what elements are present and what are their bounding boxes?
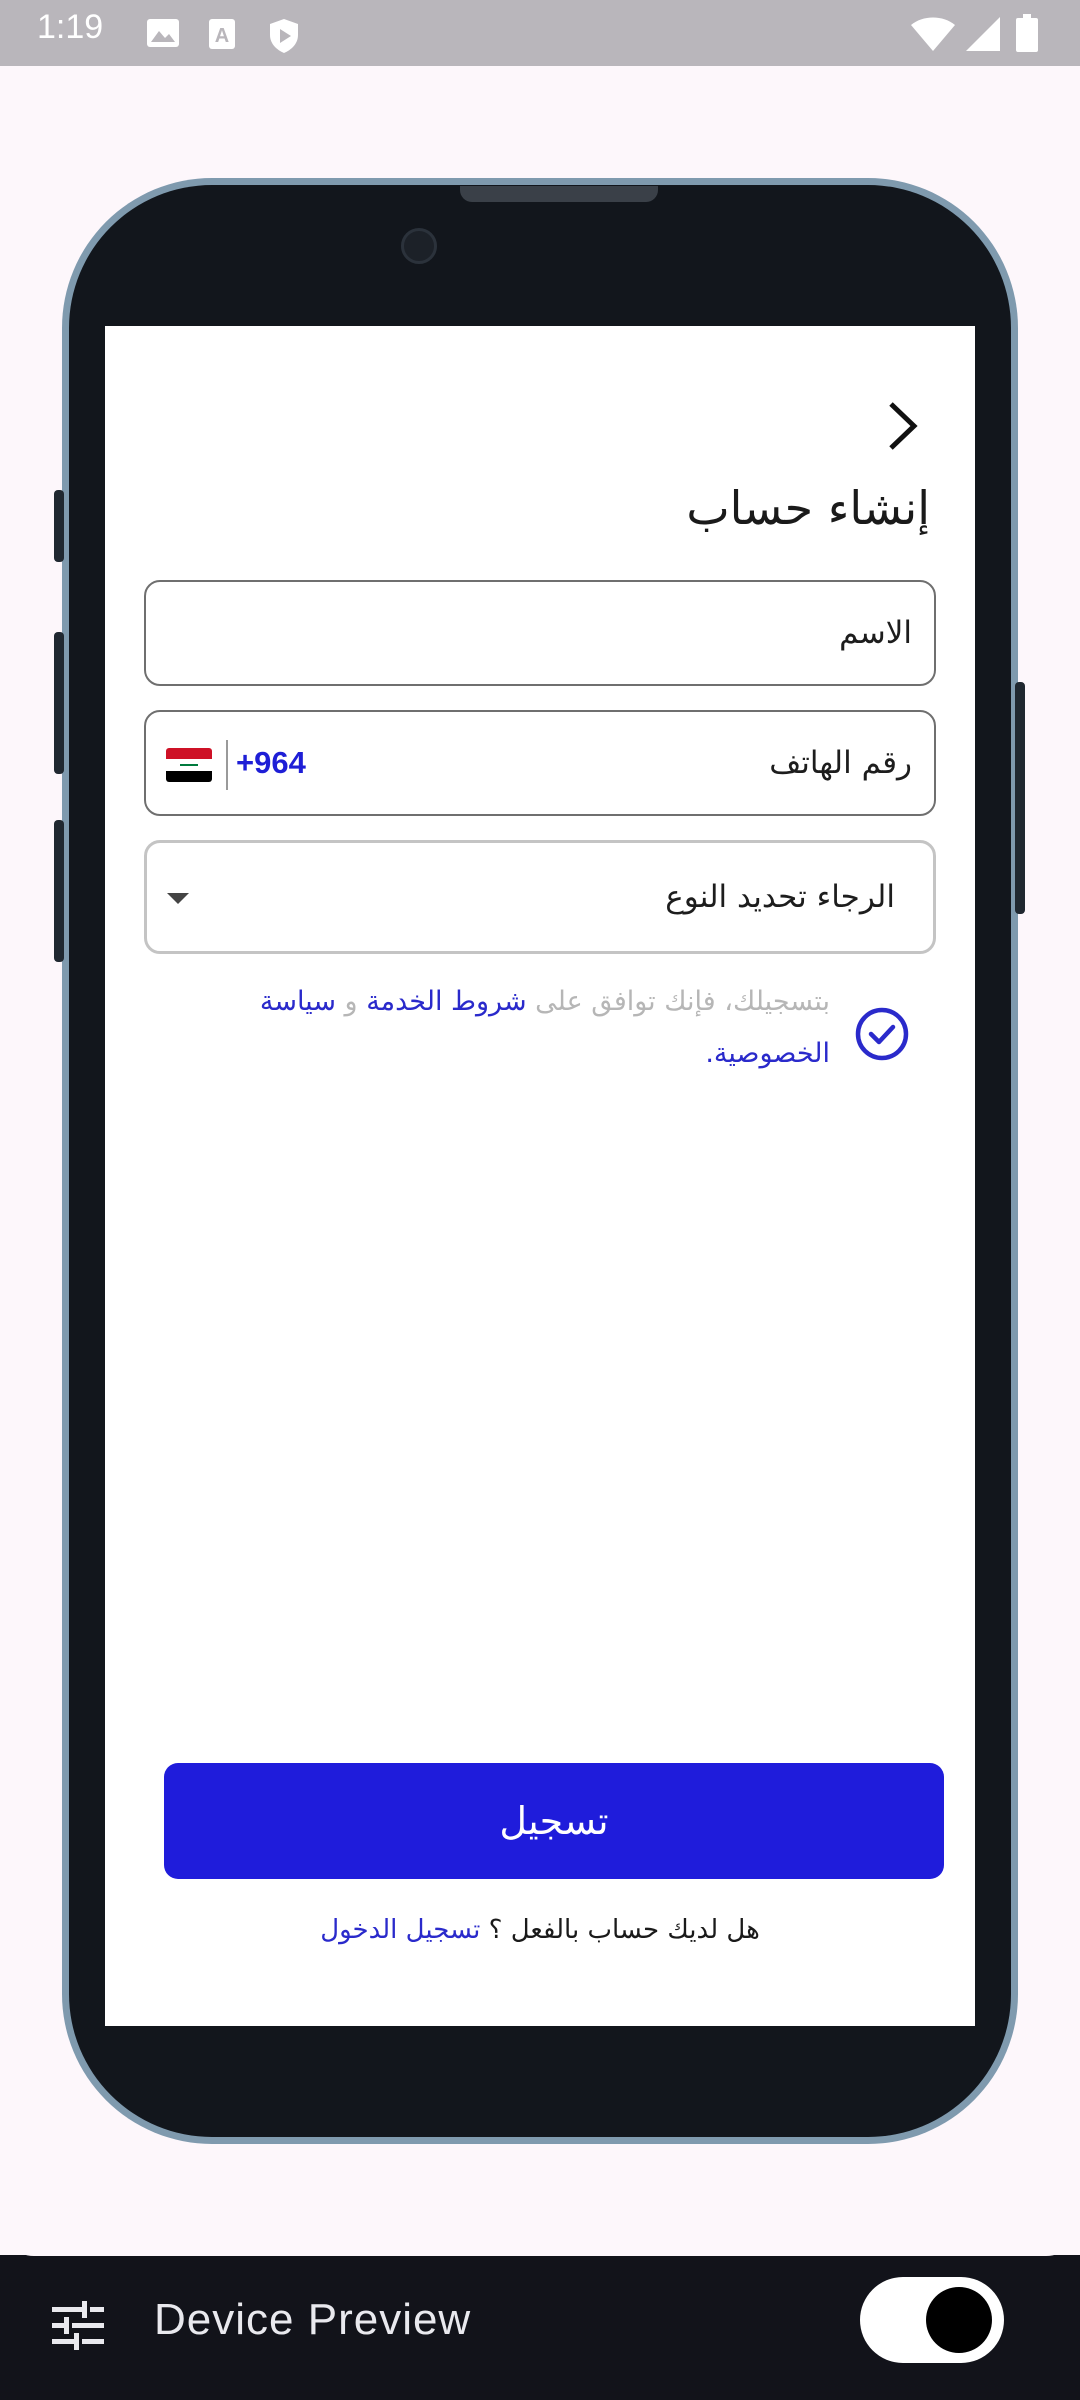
device-power-button	[1015, 682, 1025, 914]
iraq-flag-icon[interactable]	[166, 748, 212, 782]
device-speaker	[460, 186, 658, 202]
shield-play-icon	[270, 19, 298, 53]
back-button[interactable]	[878, 396, 928, 456]
phone-field[interactable]: +964 رقم الهاتف	[144, 710, 936, 816]
gender-select[interactable]: الرجاء تحديد النوع	[144, 840, 936, 954]
terms-and: و	[344, 986, 358, 1017]
chevron-right-icon	[889, 402, 918, 450]
battery-icon	[1016, 14, 1038, 52]
terms-suffix: .	[705, 1038, 714, 1069]
app-screen: إنشاء حساب الاسم +964 رقم الهاتف الرجاء …	[105, 326, 975, 2026]
device-side-button	[54, 490, 64, 562]
country-code[interactable]: +964	[236, 745, 306, 781]
page-title: إنشاء حساب	[686, 481, 930, 535]
device-preview-label: Device Preview	[154, 2295, 472, 2344]
phone-label: رقم الهاتف	[769, 745, 912, 781]
name-label: الاسم	[839, 615, 912, 651]
status-bar: 1:19 A	[0, 0, 1080, 66]
dropdown-caret-icon	[167, 893, 189, 904]
device-side-button	[54, 632, 64, 774]
terms-prefix: بتسجيلك، فإنك توافق على	[535, 986, 830, 1017]
login-prompt-row: هل لديك حساب بالفعل ؟ تسجيل الدخول	[105, 1915, 975, 1945]
name-field[interactable]: الاسم	[144, 580, 936, 686]
check-circle-icon[interactable]	[854, 1006, 910, 1062]
page-edge	[0, 2200, 1080, 2256]
login-prompt: هل لديك حساب بالفعل ؟	[488, 1915, 760, 1945]
svg-text:A: A	[215, 25, 229, 47]
text-a-icon: A	[209, 19, 235, 49]
camera-icon	[401, 228, 437, 264]
wifi-icon	[911, 17, 955, 51]
tune-icon[interactable]	[50, 2301, 106, 2351]
toggle-knob[interactable]	[926, 2287, 992, 2353]
gender-placeholder: الرجاء تحديد النوع	[665, 879, 895, 915]
register-button[interactable]: تسجيل	[164, 1763, 944, 1879]
status-time: 1:19	[37, 8, 104, 46]
terms-text: بتسجيلك، فإنك توافق على شروط الخدمة و سي…	[210, 976, 830, 1080]
image-icon	[147, 19, 179, 47]
phone-divider	[226, 740, 228, 790]
device-preview-toggle[interactable]	[860, 2277, 1004, 2363]
login-link[interactable]: تسجيل الدخول	[320, 1915, 480, 1945]
device-side-button	[54, 820, 64, 962]
terms-of-service-link[interactable]: شروط الخدمة	[366, 986, 526, 1017]
signal-icon	[966, 17, 1000, 51]
